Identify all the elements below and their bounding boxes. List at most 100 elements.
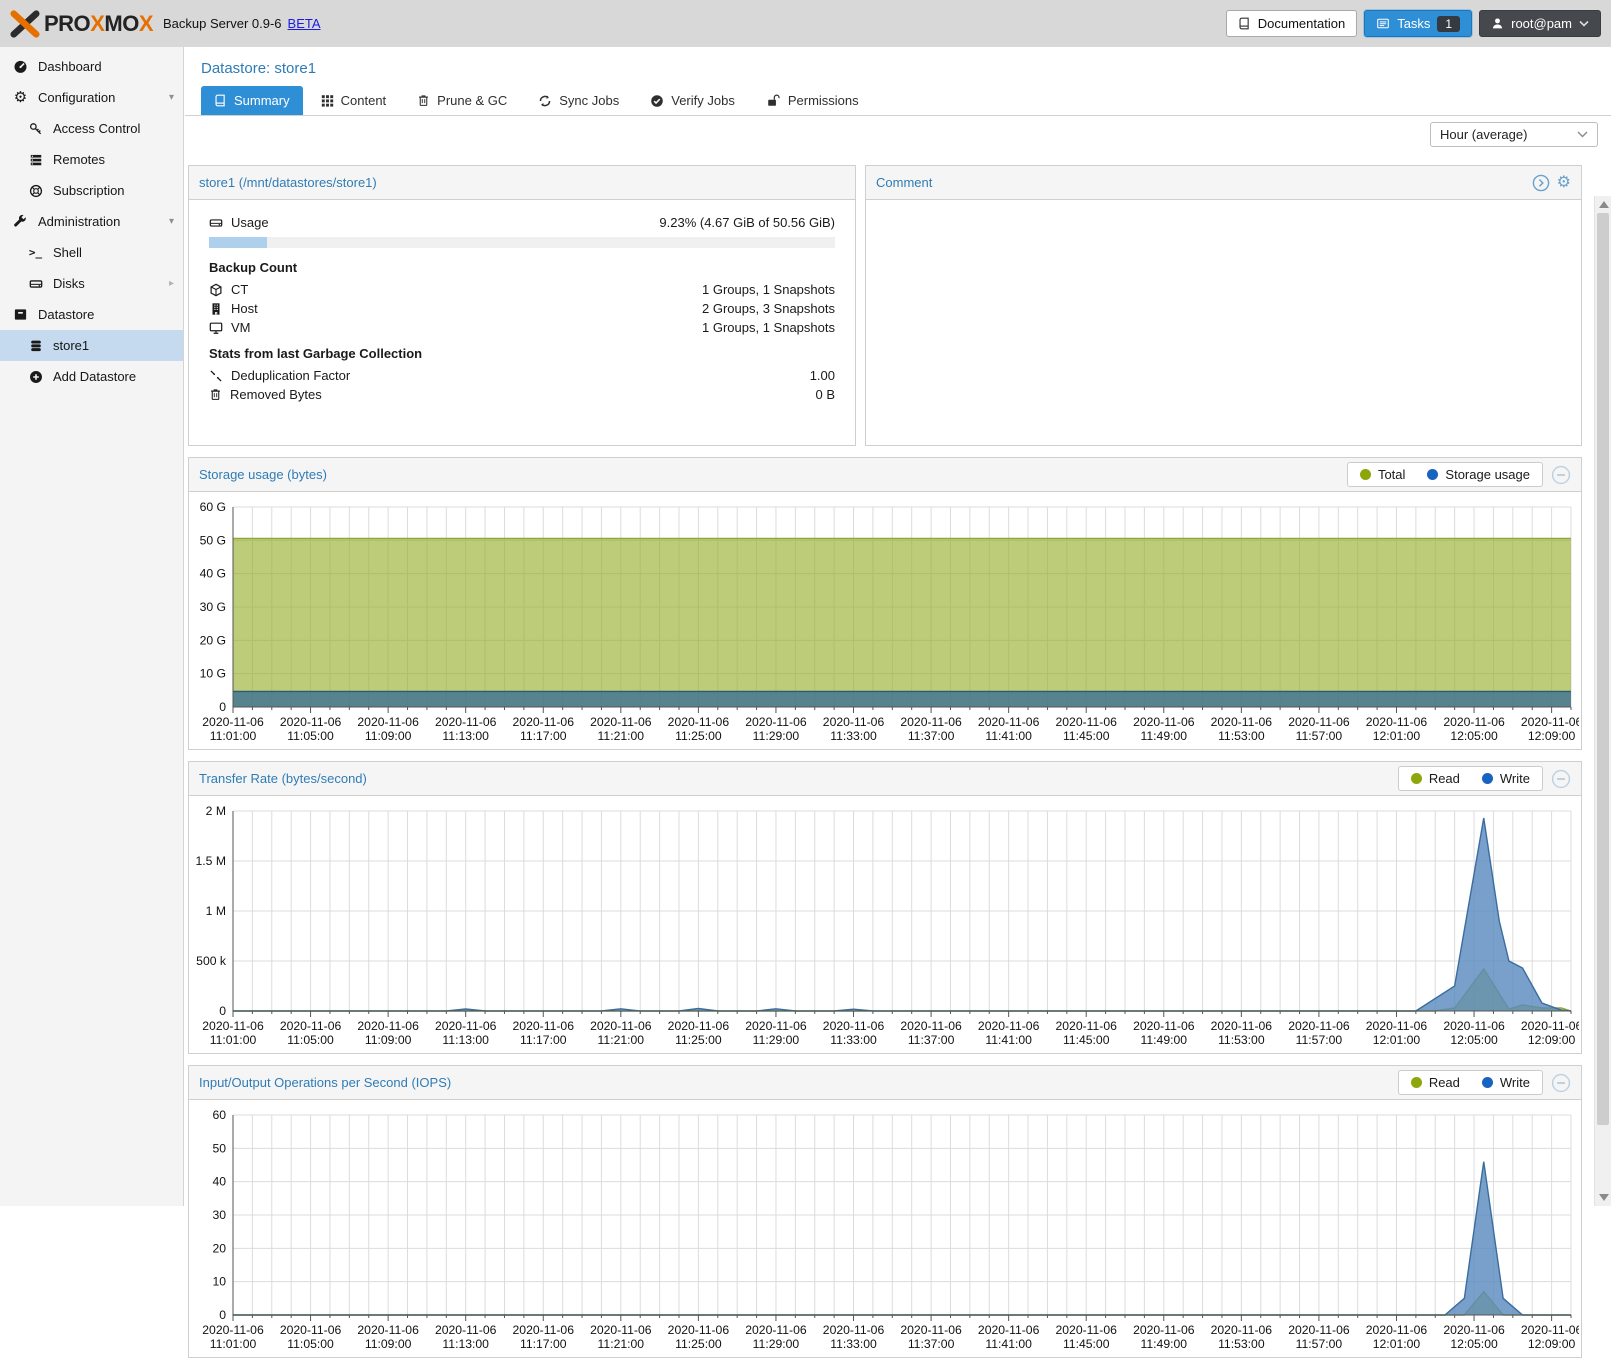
check-circle-icon <box>650 94 664 108</box>
scroll-up-arrow[interactable] <box>1599 201 1609 208</box>
svg-text:2020-11-06: 2020-11-06 <box>1521 1323 1579 1337</box>
gc-stats-heading: Stats from last Garbage Collection <box>209 346 835 361</box>
svg-text:11:01:00: 11:01:00 <box>210 729 257 743</box>
sidebar-item-dashboard[interactable]: Dashboard <box>0 51 183 82</box>
sidebar-item-remotes[interactable]: Remotes <box>0 144 183 175</box>
legend-item-read[interactable]: Read <box>1411 771 1460 786</box>
svg-text:60: 60 <box>212 1108 226 1122</box>
building-icon <box>209 302 223 316</box>
legend-item-total[interactable]: Total <box>1360 467 1405 482</box>
scrollbar-thumb[interactable] <box>1597 213 1609 1125</box>
svg-text:2020-11-06: 2020-11-06 <box>1366 1019 1428 1033</box>
legend-dot-olive <box>1411 773 1422 784</box>
svg-text:2020-11-06: 2020-11-06 <box>1133 1019 1195 1033</box>
svg-text:40: 40 <box>212 1175 226 1189</box>
svg-text:11:29:00: 11:29:00 <box>753 729 800 743</box>
backup-count-heading: Backup Count <box>209 260 835 275</box>
legend-item-storage-usage[interactable]: Storage usage <box>1427 467 1530 482</box>
svg-text:50 G: 50 G <box>200 533 226 547</box>
grid-icon <box>321 94 334 107</box>
svg-text:11:09:00: 11:09:00 <box>365 729 412 743</box>
collapse-chart-button[interactable] <box>1551 465 1571 485</box>
caret-right-icon: ▸ <box>169 278 174 289</box>
svg-text:11:09:00: 11:09:00 <box>365 1033 412 1047</box>
tab-summary[interactable]: Summary <box>201 86 303 115</box>
compress-arrows-icon <box>209 369 223 383</box>
chevron-down-icon <box>1579 20 1589 27</box>
minus-circle-icon <box>1551 769 1571 789</box>
gc-row-dedup: Deduplication Factor 1.00 <box>209 366 835 385</box>
beta-link[interactable]: BETA <box>288 16 321 31</box>
svg-text:11:17:00: 11:17:00 <box>520 1033 567 1047</box>
legend-item-write[interactable]: Write <box>1482 771 1530 786</box>
caret-down-icon: ▾ <box>169 216 174 227</box>
svg-text:2020-11-06: 2020-11-06 <box>1521 1019 1579 1033</box>
book-icon <box>214 94 227 107</box>
collapse-chart-button[interactable] <box>1551 769 1571 789</box>
svg-text:11:37:00: 11:37:00 <box>908 1033 955 1047</box>
sidebar-item-disks[interactable]: Disks ▸ <box>0 268 183 299</box>
time-range-select[interactable]: Hour (average) <box>1430 122 1598 147</box>
svg-text:2020-11-06: 2020-11-06 <box>590 1323 652 1337</box>
legend-item-write[interactable]: Write <box>1482 1075 1530 1090</box>
sidebar-item-administration[interactable]: Administration ▾ <box>0 206 183 237</box>
svg-text:11:13:00: 11:13:00 <box>442 729 489 743</box>
svg-text:30 G: 30 G <box>200 600 226 614</box>
panel-title: Transfer Rate (bytes/second) <box>199 771 367 786</box>
comment-settings-button[interactable]: ⚙ <box>1557 175 1571 191</box>
sidebar-item-configuration[interactable]: ⚙ Configuration ▾ <box>0 82 183 113</box>
svg-text:2020-11-06: 2020-11-06 <box>823 1019 885 1033</box>
iops-chart: 2020-11-0611:01:002020-11-0611:05:002020… <box>189 1105 1579 1357</box>
panel-header: Storage usage (bytes) Total Storage usag… <box>189 458 1581 492</box>
tab-prune-gc[interactable]: Prune & GC <box>404 86 520 115</box>
panel-header: Transfer Rate (bytes/second) Read Write <box>189 762 1581 796</box>
wrench-icon <box>12 214 29 229</box>
collapse-chart-button[interactable] <box>1551 1073 1571 1093</box>
terminal-icon: >_ <box>27 246 44 259</box>
backup-row-ct: CT 1 Groups, 1 Snapshots <box>209 280 835 299</box>
monitor-icon <box>209 321 223 335</box>
legend-item-read[interactable]: Read <box>1411 1075 1460 1090</box>
svg-text:11:25:00: 11:25:00 <box>675 1337 722 1351</box>
summary-content: store1 (/mnt/datastores/store1) Usage 9.… <box>188 165 1582 1358</box>
vertical-scrollbar[interactable] <box>1594 196 1611 1206</box>
comment-body <box>866 200 1581 446</box>
edit-comment-button[interactable] <box>1532 174 1550 192</box>
svg-text:11:13:00: 11:13:00 <box>442 1337 489 1351</box>
legend-dot-blue <box>1482 773 1493 784</box>
chevron-down-icon <box>1577 131 1588 138</box>
svg-text:12:01:00: 12:01:00 <box>1373 729 1421 743</box>
trash-icon <box>209 388 222 401</box>
panel-header: Comment ⚙ <box>866 166 1581 200</box>
svg-text:2020-11-06: 2020-11-06 <box>978 715 1040 729</box>
svg-text:10: 10 <box>212 1275 226 1289</box>
documentation-button[interactable]: Documentation <box>1226 10 1357 37</box>
svg-text:11:25:00: 11:25:00 <box>675 1033 722 1047</box>
scroll-down-arrow[interactable] <box>1599 1194 1609 1201</box>
tab-content[interactable]: Content <box>308 86 400 115</box>
sync-icon <box>538 94 552 108</box>
tab-verify-jobs[interactable]: Verify Jobs <box>637 86 748 115</box>
svg-text:2020-11-06: 2020-11-06 <box>1133 715 1195 729</box>
svg-text:2020-11-06: 2020-11-06 <box>1055 1019 1117 1033</box>
svg-text:2020-11-06: 2020-11-06 <box>1211 1019 1273 1033</box>
tasks-button[interactable]: Tasks 1 <box>1364 10 1472 37</box>
svg-text:2020-11-06: 2020-11-06 <box>978 1323 1040 1337</box>
sidebar-item-store1[interactable]: store1 <box>0 330 183 361</box>
proxmox-logo: PROXMOX <box>10 9 153 39</box>
sidebar-item-access-control[interactable]: Access Control <box>0 113 183 144</box>
panel-header: store1 (/mnt/datastores/store1) <box>189 166 855 200</box>
tab-sync-jobs[interactable]: Sync Jobs <box>525 86 632 115</box>
svg-text:2020-11-06: 2020-11-06 <box>745 1323 807 1337</box>
hdd-icon <box>209 216 223 230</box>
sidebar-item-subscription[interactable]: Subscription <box>0 175 183 206</box>
svg-text:12:05:00: 12:05:00 <box>1450 1033 1498 1047</box>
sidebar-item-shell[interactable]: >_ Shell <box>0 237 183 268</box>
svg-text:2020-11-06: 2020-11-06 <box>202 715 264 729</box>
storage-usage-chart: 2020-11-0611:01:002020-11-0611:05:002020… <box>189 497 1579 749</box>
sidebar-item-datastore[interactable]: Datastore <box>0 299 183 330</box>
user-menu-button[interactable]: root@pam <box>1479 10 1601 37</box>
tab-permissions[interactable]: Permissions <box>753 86 872 115</box>
sidebar-item-add-datastore[interactable]: Add Datastore <box>0 361 183 392</box>
svg-text:20 G: 20 G <box>200 633 226 647</box>
